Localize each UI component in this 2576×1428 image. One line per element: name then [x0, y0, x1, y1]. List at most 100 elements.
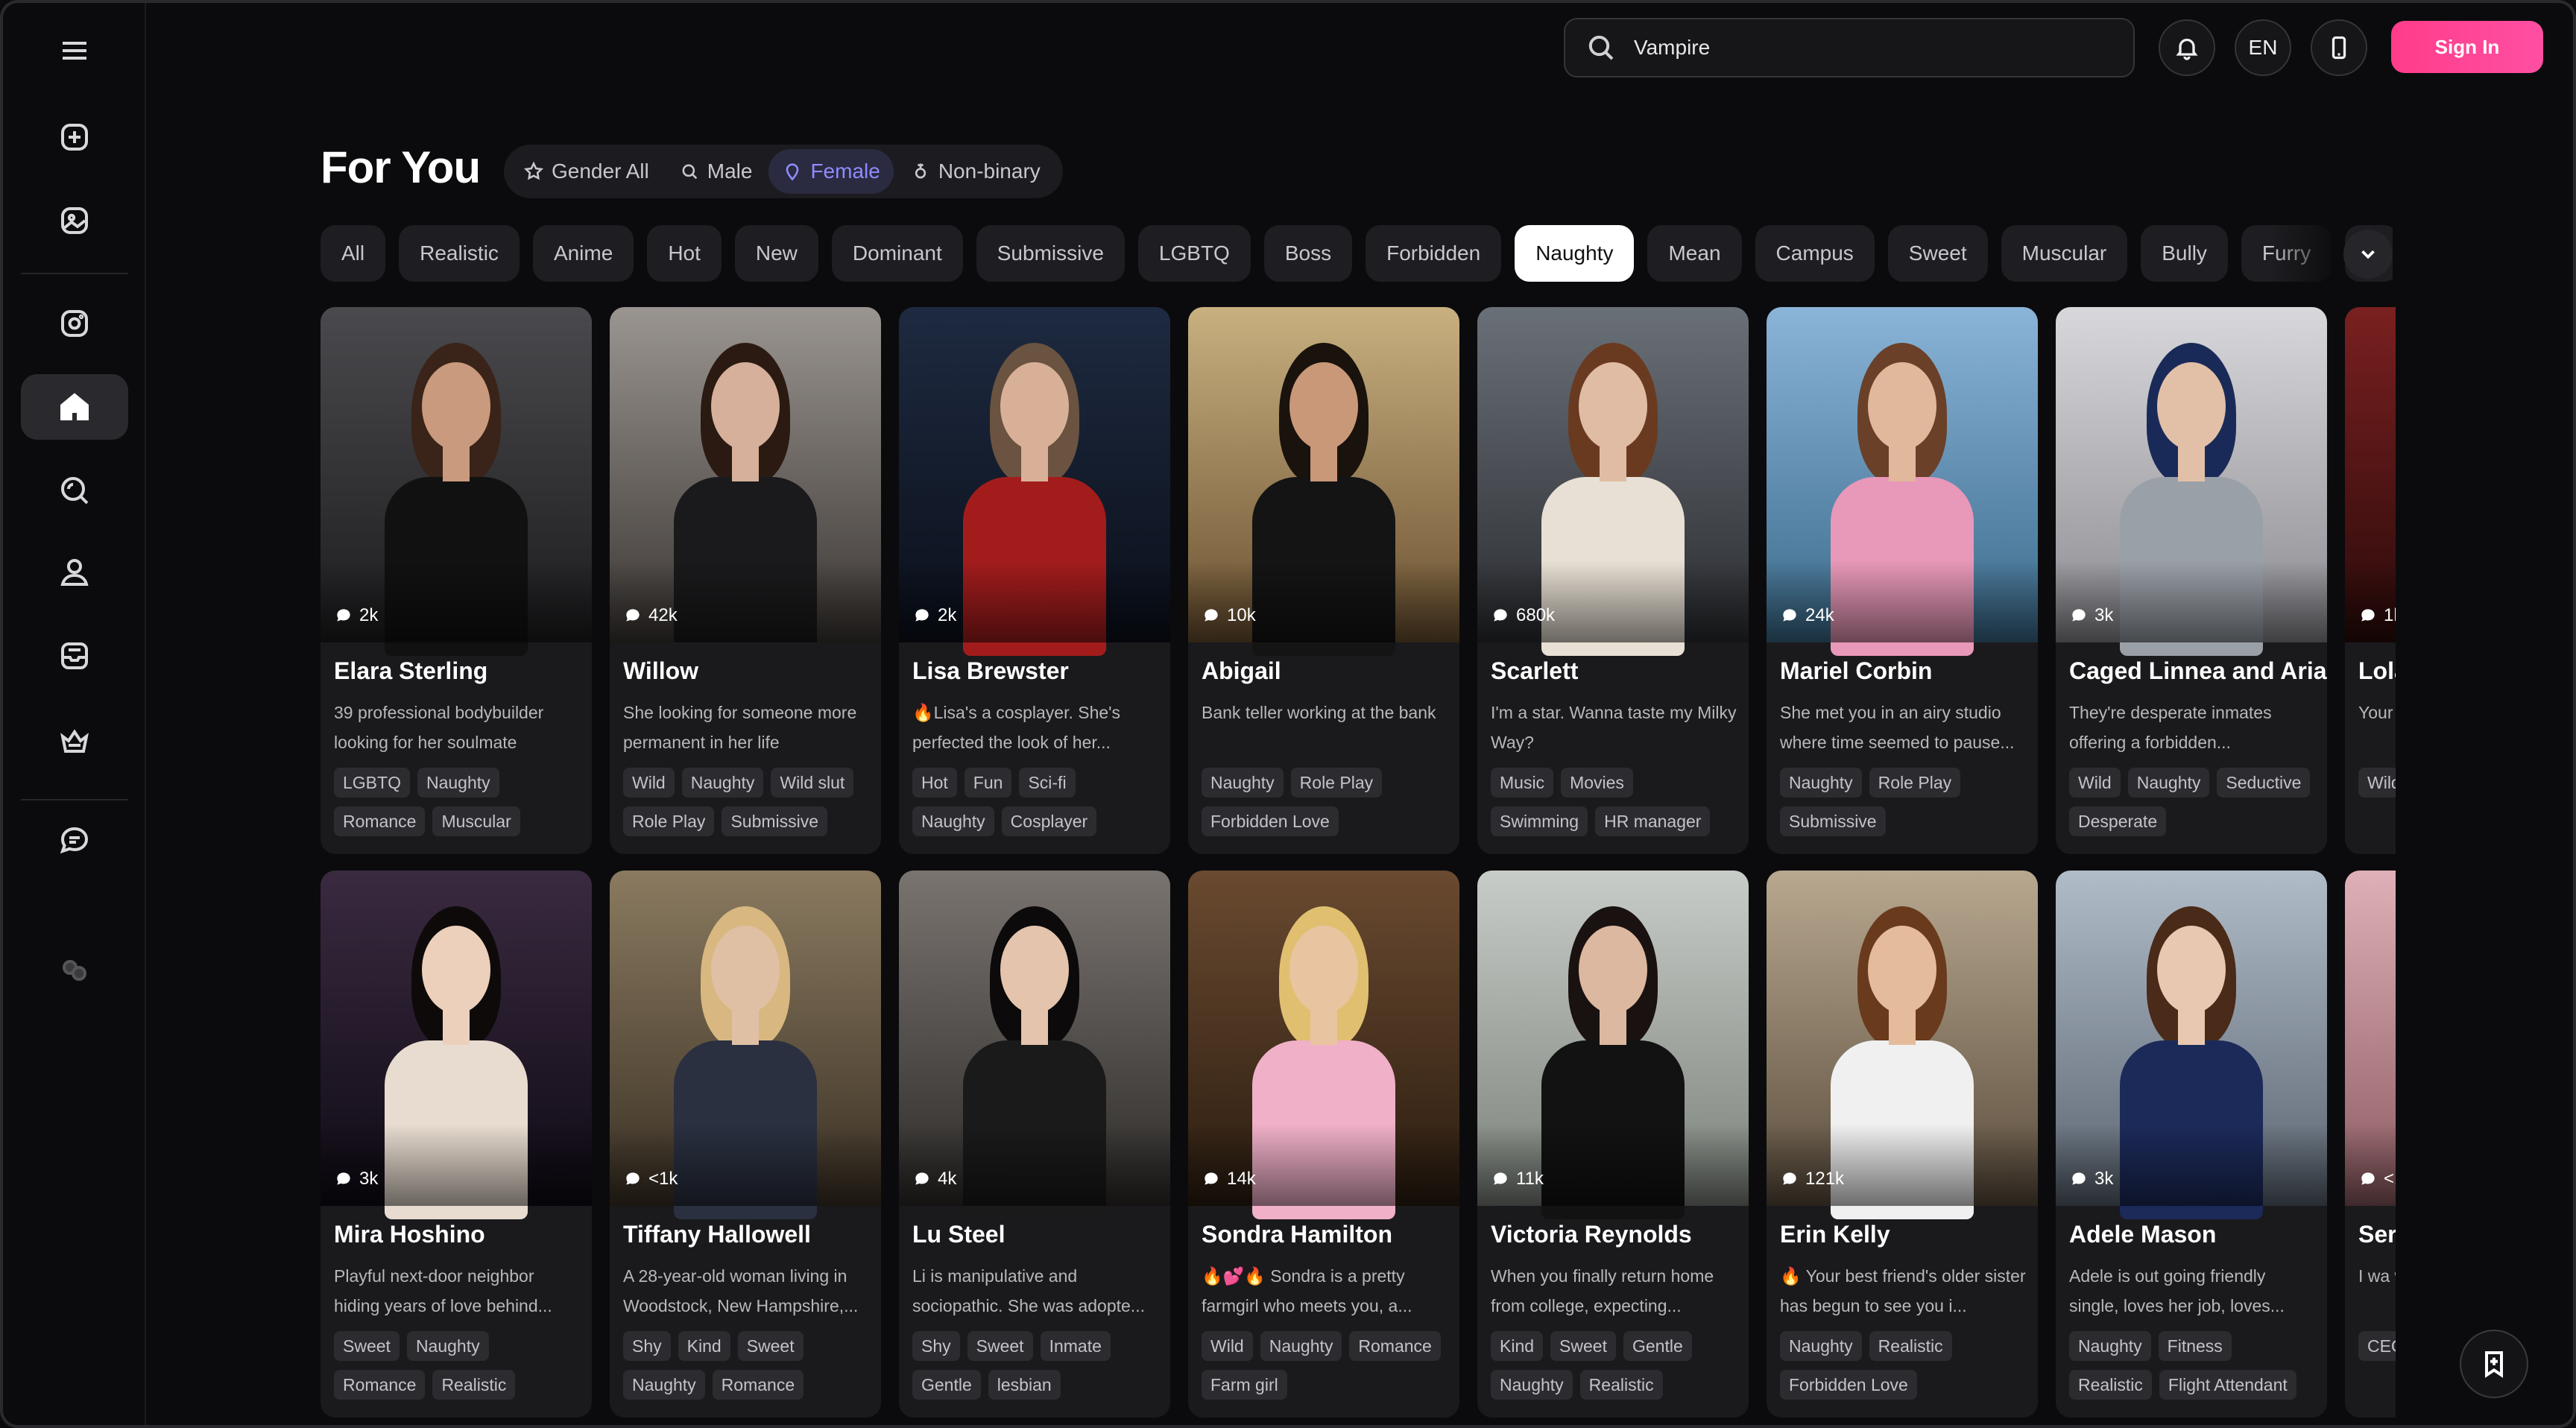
character-tags: Naughty Role Play Forbidden Love: [1202, 768, 1455, 845]
gender-filter-female[interactable]: Female: [768, 149, 894, 194]
search-input[interactable]: [1634, 36, 2081, 60]
character-card[interactable]: 42k Willow She looking for someone more pe…: [610, 307, 881, 854]
sidebar-chat-button[interactable]: [21, 808, 128, 873]
character-name: Mariel Corbin: [1780, 657, 1933, 684]
character-tag: Gentle: [912, 1370, 981, 1400]
character-name: Caged Linnea and Aria: [2069, 657, 2327, 684]
expand-tags-button[interactable]: [2343, 230, 2393, 279]
character-tag: Muscular: [432, 806, 520, 836]
character-card[interactable]: 2k Elara Sterling 39 professional bodybuil…: [321, 307, 592, 854]
tag-hot[interactable]: Hot: [647, 225, 722, 282]
tag-mean[interactable]: Mean: [1647, 225, 1742, 282]
sidebar-image-button[interactable]: [21, 188, 128, 253]
sidebar-discover-button[interactable]: [21, 458, 128, 523]
character-card[interactable]: 24k Mariel Corbin She met you in an airy s…: [1767, 307, 2038, 854]
chat-count: 2k: [912, 605, 956, 626]
bookmark-button[interactable]: [2460, 1330, 2528, 1398]
app-frame: EN Sign In For You Gender All Male Female N…: [0, 0, 2576, 1428]
mobile-app-button[interactable]: [2311, 19, 2367, 76]
character-card[interactable]: 11k Victoria Reynolds When you finally ret…: [1477, 871, 1749, 1418]
chat-bubble-icon: [1205, 1172, 1218, 1185]
character-card[interactable]: 3k Adele Mason Adele is out going friendly…: [2056, 871, 2327, 1418]
sidebar-menu-button[interactable]: [21, 18, 128, 83]
character-description: They're desperate inmates offering a for…: [2069, 703, 2272, 752]
tag-campus[interactable]: Campus: [1755, 225, 1875, 282]
chat-count: 2k: [334, 605, 378, 626]
character-description: Adele is out going friendly single, love…: [2069, 1266, 2285, 1315]
character-tag: Romance: [1349, 1331, 1441, 1361]
character-card[interactable]: 121k Erin Kelly 🔥 Your best friend's older…: [1767, 871, 2038, 1418]
character-card[interactable]: 680k Scarlett I'm a star. Wanna taste my M…: [1477, 307, 1749, 854]
gender-filter-male[interactable]: Male: [666, 149, 766, 194]
tag-boss[interactable]: Boss: [1263, 225, 1353, 282]
gender-filter-gender-all[interactable]: Gender All: [510, 149, 663, 194]
character-tag: Forbidden Love: [1202, 806, 1339, 836]
character-tags: Naughty Realistic Forbidden Love: [1780, 1331, 2033, 1409]
sidebar-discord-button[interactable]: [21, 938, 128, 1003]
chevron-down-icon: [2361, 250, 2375, 259]
character-tag: Cosplayer: [1001, 806, 1097, 836]
search-bar[interactable]: [1564, 18, 2135, 78]
tag-forbidden[interactable]: Forbidden: [1366, 225, 1502, 282]
sidebar-camera-button[interactable]: [21, 291, 128, 356]
character-tags: Music Movies Swimming HR manager: [1491, 768, 1744, 845]
character-card[interactable]: 3k Mira Hoshino Playful next-door neighbor…: [321, 871, 592, 1418]
character-description: 🔥 Your best friend's older sister has be…: [1780, 1266, 2026, 1315]
character-tag: Music: [1491, 768, 1554, 797]
nonbinary-icon: [915, 163, 926, 179]
character-tag: Naughty: [2127, 768, 2210, 797]
chat-count: 3k: [2069, 605, 2113, 626]
character-card[interactable]: <1k Tiffany Hallowell A 28-year-old woman …: [610, 871, 881, 1418]
chat-count-value: <1k: [2384, 1169, 2396, 1189]
sidebar-premium-button[interactable]: [21, 708, 128, 774]
chat-bubble-icon: [1783, 1172, 1796, 1185]
character-card[interactable]: 2k Lisa Brewster 🔥Lisa's a cosplayer. She'…: [899, 307, 1170, 854]
portrait-shade: [899, 560, 1170, 642]
character-card[interactable]: 1k Lola Your pass WildNaughty: [2345, 307, 2396, 854]
tag-submissive[interactable]: Submissive: [976, 225, 1125, 282]
character-tag: Shy: [623, 1331, 671, 1361]
tag-realistic[interactable]: Realistic: [399, 225, 520, 282]
male-icon: [682, 164, 697, 180]
tag-dominant[interactable]: Dominant: [831, 225, 963, 282]
character-card[interactable]: <1k Serena I wa wou CEORomance: [2345, 871, 2396, 1418]
sign-in-button[interactable]: Sign In: [2391, 21, 2543, 73]
tag-lgbtq[interactable]: LGBTQ: [1137, 225, 1251, 282]
sidebar-profile-button[interactable]: [21, 540, 128, 605]
gender-filter-non-binary[interactable]: Non-binary: [897, 149, 1054, 194]
character-name: Sondra Hamilton: [1202, 1221, 1393, 1248]
chat-count: 680k: [1491, 605, 1555, 626]
create-icon: [61, 124, 88, 151]
character-tags: Naughty Role Play Submissive: [1780, 768, 2033, 845]
chat-count: 121k: [1780, 1169, 1844, 1190]
character-tag: Wild: [2069, 768, 2121, 797]
tag-all[interactable]: All: [321, 225, 386, 282]
sidebar-create-button[interactable]: [21, 104, 128, 170]
tag-naughty[interactable]: Naughty: [1515, 225, 1635, 282]
chat-bubble-icon: [626, 1172, 640, 1185]
tag-anime[interactable]: Anime: [532, 225, 634, 282]
character-card[interactable]: 14k Sondra Hamilton 🔥💕🔥 Sondra is a pretty…: [1188, 871, 1459, 1418]
tag-muscular[interactable]: Muscular: [2001, 225, 2128, 282]
sidebar-home-button[interactable]: [21, 374, 128, 440]
tag-sweet[interactable]: Sweet: [1887, 225, 1988, 282]
sidebar-inbox-button[interactable]: [21, 623, 128, 689]
character-card[interactable]: 3k Caged Linnea and Aria They're desperate…: [2056, 307, 2327, 854]
chat-count: 14k: [1202, 1169, 1256, 1190]
chat-bubble-icon: [2361, 609, 2375, 622]
character-tag: Naughty: [417, 768, 499, 797]
character-name: Lisa Brewster: [912, 657, 1069, 684]
character-tag: Desperate: [2069, 806, 2167, 836]
portrait-shade: [1188, 560, 1459, 642]
character-tag: Forbidden Love: [1780, 1370, 1917, 1400]
notifications-button[interactable]: [2159, 19, 2215, 76]
chat-count: <1k: [2358, 1169, 2396, 1190]
character-tags: Shy Kind Sweet Naughty Romance: [623, 1331, 877, 1409]
tag-bully[interactable]: Bully: [2141, 225, 2228, 282]
tag-new[interactable]: New: [734, 225, 818, 282]
language-button[interactable]: EN: [2235, 19, 2291, 76]
character-card[interactable]: 4k Lu Steel Li is manipulative and sociopa…: [899, 871, 1170, 1418]
character-card[interactable]: 10k Abigail Bank teller working at the ban…: [1188, 307, 1459, 854]
character-tag: Realistic: [1579, 1370, 1663, 1400]
portrait-shade: [2345, 1124, 2396, 1206]
